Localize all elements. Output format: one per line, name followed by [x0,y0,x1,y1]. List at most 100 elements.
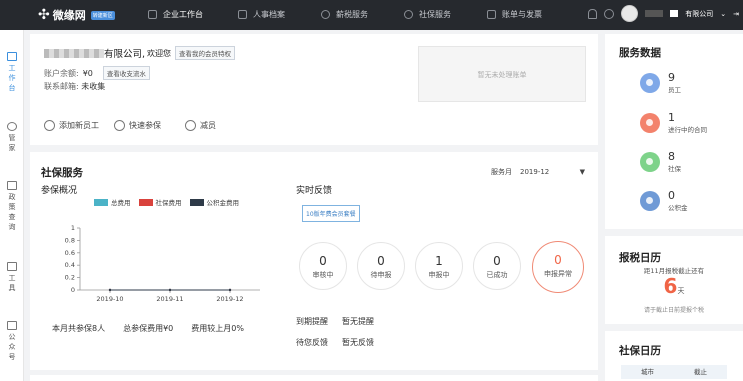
status-value: 0 [493,254,501,268]
document-icon [7,181,17,190]
data-point [228,288,232,292]
balance-value: ¥0 [82,68,93,78]
nav-bills-invoices[interactable]: 账单与发票 [487,9,542,20]
nav-social-security[interactable]: 社保服务 [404,9,451,20]
coin-icon [321,10,330,19]
service-data-title: 服务数据 [619,47,661,59]
nav-workbench[interactable]: 企业工作台 [148,9,203,20]
legend-swatch [189,198,204,206]
sidebar-item-workbench[interactable]: 工作台 [0,52,24,93]
bell-icon[interactable] [588,8,598,19]
quick-enroll-label: 快速参保 [129,121,161,130]
gear-icon[interactable] [604,8,615,19]
status-pending[interactable]: 0 待申报 [357,242,405,290]
nav-label: 企业工作台 [163,10,203,19]
sidebar-item-official-account[interactable]: 公众号 [0,321,24,362]
sidebar-item-label: 公众号 [8,333,16,361]
user-icon [7,122,17,131]
stat-social-security[interactable]: 8 社保 [640,151,681,173]
sidebar-item-label: 工具 [8,274,16,292]
social-security-card: 社保服务 参保概况 总费用 社保费用 公积金费用 0 0.2 0.4 0.6 0.8 1 2… [30,152,598,370]
company-header: 有限公司, 欢迎您 查看我的会员特权 [44,46,236,60]
clock-icon [114,120,125,131]
legend-item-total[interactable]: 总费用 [94,197,131,207]
social-calendar-card: 社保日历 城市 截止 [605,331,743,381]
stat-label: 社保 [668,165,681,173]
shield-icon [404,10,413,19]
chevron-down-icon[interactable]: ⌄ [720,10,726,18]
avatar[interactable] [621,5,639,22]
legend-item-fund[interactable]: 公积金费用 [189,197,239,207]
sidebar-item-butler[interactable]: 管家 [0,122,24,153]
pending-bills-panel: 暂无未处理账单 [418,46,586,102]
y-tick-label: 0.2 [65,274,75,282]
insurance-chart: 0 0.2 0.4 0.6 0.8 1 2019-10 2019-11 2019-12 [65,224,260,303]
status-reviewing[interactable]: 0 审核中 [299,242,347,290]
view-flow-button[interactable]: 查看收支流水 [102,66,150,80]
nav-label: 薪税服务 [336,10,368,19]
days-unit: 天 [677,287,685,295]
x-tick-label: 2019-12 [216,295,243,303]
reduce-employee-action[interactable]: 减员 [185,120,216,131]
user-add-icon [44,120,55,131]
social-section-title: 社保服务 [41,167,83,179]
status-declaring[interactable]: 1 申报中 [415,242,463,290]
status-succeeded[interactable]: 0 已成功 [473,242,521,290]
month-label: 服务月 [491,168,512,176]
column-header-city: 城市 [641,368,654,376]
data-point [108,288,112,292]
company-name-suffix: 有限公司, [104,49,146,60]
service-data-card: 服务数据 9 员工 1 进行中的合同 8 社保 0 公积金 [605,34,743,229]
housing-fund-icon [640,191,660,211]
y-tick-label: 0.6 [65,249,75,257]
left-sidebar: 工作台 管家 政策查询 工具 公众号 [0,30,24,381]
vip-privilege-button[interactable]: 查看我的会员特权 [175,46,236,60]
y-tick-label: 0.8 [65,236,75,244]
y-tick-label: 0.4 [65,261,75,269]
company-name-short[interactable]: 有限公司 [685,9,713,19]
social-calendar-table-header: 城市 截止 [621,365,727,379]
redacted-company-name [44,48,104,58]
stat-value: 1 [668,111,675,124]
invoice-icon [487,10,496,19]
status-exception[interactable]: 0 申报异常 [532,241,584,293]
status-value: 0 [319,254,327,268]
stat-value: 8 [668,150,675,163]
stat-contracts[interactable]: 1 进行中的合同 [640,112,707,134]
overview-summary: 本月共参保8人 总参保费用¥0 费用较上月0% [52,323,244,334]
nav-salary-tax[interactable]: 薪税服务 [321,9,368,20]
sidebar-item-tools[interactable]: 工具 [0,262,24,293]
social-calendar-title: 社保日历 [619,345,661,357]
add-employee-action[interactable]: 添加新员工 [44,120,99,131]
feedback-title: 实时反馈 [296,186,333,196]
nav-personnel-files[interactable]: 人事档案 [238,9,285,20]
company-card: 有限公司, 欢迎您 查看我的会员特权 账户余额: ¥0 查看收支流水 联系邮箱:… [30,34,598,145]
email-value: 未收集 [81,82,106,91]
status-value: 1 [435,254,443,268]
user-remove-icon [185,120,196,131]
service-month-select[interactable]: 服务月 2019-12 ▼ [491,167,585,177]
grid-icon [7,321,17,330]
stat-label: 进行中的合同 [668,126,707,134]
legend-swatch [94,198,108,206]
exit-icon[interactable]: ⇥ [733,10,739,18]
stat-label: 员工 [668,86,681,94]
stat-employees[interactable]: 9 员工 [640,72,681,94]
month-value: 2019-12 [520,168,550,176]
stat-housing-fund[interactable]: 0 公积金 [640,190,688,212]
x-tick-label: 2019-10 [96,295,123,303]
balance-row: 账户余额: ¥0 查看收支流水 [44,66,150,80]
legend-swatch [138,198,153,206]
legend-label: 总费用 [111,199,131,207]
sidebar-item-policy[interactable]: 政策查询 [0,181,24,232]
promo-tag[interactable]: 10版年费会员套餐 [302,205,360,222]
logo-icon: ✣ [38,7,50,23]
dashboard-icon [7,52,17,61]
tax-note: 请于截止日前提报个税 [643,307,704,314]
logo[interactable]: ✣ 微缘网 转建新区 [38,7,115,23]
quick-enroll-action[interactable]: 快速参保 [114,120,161,131]
stat-value: 9 [668,71,675,84]
tax-days-left: 6天 [605,274,743,298]
legend-item-social[interactable]: 社保费用 [138,197,182,207]
nav-label: 社保服务 [419,10,451,19]
